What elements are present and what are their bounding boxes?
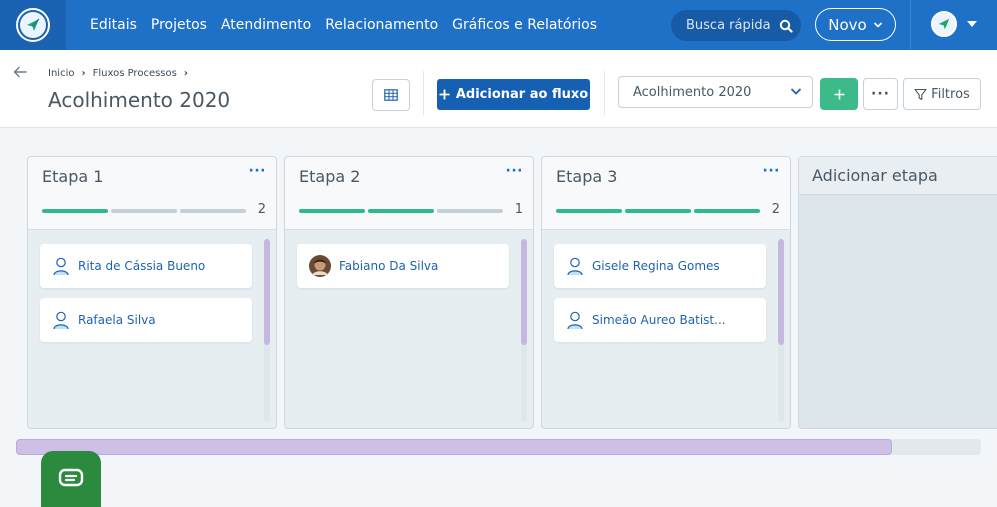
nav-link-atendimento[interactable]: Atendimento <box>221 17 311 33</box>
stage-progress-bar <box>299 209 503 213</box>
person-icon <box>53 257 69 276</box>
stage-header: Etapa 2 ··· 1 <box>285 157 533 230</box>
scrollbar-thumb[interactable] <box>521 239 527 345</box>
stage-more-icon[interactable]: ··· <box>506 163 523 179</box>
filters-button[interactable]: Filtros <box>903 78 981 110</box>
paper-plane-icon <box>20 12 46 38</box>
stage-header: Etapa 3 ··· 2 <box>542 157 790 230</box>
stage-more-icon[interactable]: ··· <box>249 163 266 179</box>
person-icon <box>567 311 583 330</box>
page-title: Acolhimento 2020 <box>48 88 231 112</box>
table-view-button[interactable] <box>372 79 410 111</box>
scrollbar-thumb[interactable] <box>264 239 270 345</box>
progress-segment <box>556 209 622 213</box>
progress-segment <box>437 209 503 213</box>
nav-link-projetos[interactable]: Projetos <box>151 17 207 33</box>
photo-avatar <box>309 255 331 277</box>
add-stage-button[interactable]: Adicionar etapa <box>799 157 997 195</box>
novo-label: Novo <box>828 15 867 34</box>
stage-title: Etapa 2 <box>299 167 361 186</box>
person-card[interactable]: Gisele Regina Gomes <box>554 244 766 288</box>
board-horizontal-scrollbar[interactable] <box>16 439 981 455</box>
stage-header: Etapa 1 ··· 2 <box>28 157 276 230</box>
filters-label: Filtros <box>931 86 970 102</box>
scrollbar-thumb[interactable] <box>778 239 784 345</box>
progress-segment <box>111 209 177 213</box>
stage-progress-bar <box>42 209 246 213</box>
progress-segment <box>42 209 108 213</box>
toolbar-divider <box>423 71 424 115</box>
stage-count: 1 <box>514 202 523 217</box>
stage-column: Etapa 2 ··· 1 Fabiano Da Silva <box>284 156 534 429</box>
back-arrow-icon[interactable] <box>12 64 28 83</box>
plus-icon <box>834 89 844 99</box>
chevron-down-icon <box>873 21 882 28</box>
person-icon <box>567 257 583 276</box>
person-card[interactable]: Rafaela Silva <box>40 298 252 342</box>
stage-column: Etapa 1 ··· 2 Rita de Cássia Bueno Rafae… <box>27 156 277 429</box>
add-stage-column: Adicionar etapa <box>798 156 997 429</box>
breadcrumb-inicio[interactable]: Inicio <box>48 68 74 79</box>
progress-segment <box>299 209 365 213</box>
stage-progress-bar <box>556 209 760 213</box>
filter-icon <box>914 88 927 100</box>
progress-segment <box>368 209 434 213</box>
nav-link-relacionamento[interactable]: Relacionamento <box>325 17 438 33</box>
plus-icon <box>439 89 450 100</box>
stage-title: Etapa 1 <box>42 167 104 186</box>
progress-segment <box>694 209 760 213</box>
stage-count: 2 <box>771 202 780 217</box>
add-to-flow-label: Adicionar ao fluxo <box>455 87 589 102</box>
caret-down-icon <box>967 20 977 27</box>
stage-more-icon[interactable]: ··· <box>763 163 780 179</box>
add-stage-plus-button[interactable] <box>820 78 858 110</box>
add-to-flow-button[interactable]: Adicionar ao fluxo <box>437 79 590 110</box>
progress-segment <box>625 209 691 213</box>
chevron-down-icon <box>790 88 802 95</box>
top-navbar: Editais Projetos Atendimento Relacioname… <box>0 0 997 50</box>
breadcrumb-separator-icon: › <box>183 68 188 79</box>
chat-button[interactable] <box>41 451 101 507</box>
person-card[interactable]: Simeão Aureo Batist... <box>554 298 766 342</box>
progress-segment <box>180 209 246 213</box>
breadcrumb: Inicio › Fluxos Processos › <box>48 68 188 79</box>
person-name: Fabiano Da Silva <box>339 259 439 273</box>
toolbar-divider <box>604 71 605 115</box>
search-icon[interactable] <box>771 19 801 33</box>
nav-link-editais[interactable]: Editais <box>90 17 137 33</box>
more-options-button[interactable]: ··· <box>863 78 898 110</box>
search-placeholder: Busca rápida <box>686 18 771 33</box>
novo-button[interactable]: Novo <box>815 8 896 41</box>
nav-link-graficos-relatorios[interactable]: Gráficos e Relatórios <box>452 17 597 33</box>
main-menu: Editais Projetos Atendimento Relacioname… <box>90 0 597 50</box>
breadcrumb-fluxos-processos[interactable]: Fluxos Processos <box>93 68 177 79</box>
column-scrollbar[interactable] <box>264 239 270 422</box>
user-menu[interactable] <box>931 11 977 37</box>
column-scrollbar[interactable] <box>521 239 527 422</box>
column-scrollbar[interactable] <box>778 239 784 422</box>
app-logo[interactable] <box>0 0 66 50</box>
scrollbar-thumb[interactable] <box>16 439 892 455</box>
user-avatar <box>931 11 957 37</box>
breadcrumb-separator-icon: › <box>81 68 86 79</box>
person-name: Rita de Cássia Bueno <box>78 259 206 273</box>
logo-circle <box>16 8 50 42</box>
person-name: Simeão Aureo Batist... <box>592 313 726 327</box>
stage-count: 2 <box>257 202 266 217</box>
person-card[interactable]: Rita de Cássia Bueno <box>40 244 252 288</box>
flow-select[interactable]: Acolhimento 2020 <box>618 76 813 108</box>
chat-icon <box>58 468 84 487</box>
stage-column: Etapa 3 ··· 2 Gisele Regina Gomes Simeão… <box>541 156 791 429</box>
nav-divider <box>910 0 911 50</box>
quick-search-input[interactable]: Busca rápida <box>671 10 801 41</box>
stage-title: Etapa 3 <box>556 167 618 186</box>
person-card[interactable]: Fabiano Da Silva <box>297 244 509 288</box>
table-icon <box>384 89 398 101</box>
person-name: Gisele Regina Gomes <box>592 259 720 273</box>
person-name: Rafaela Silva <box>78 313 156 327</box>
flow-select-value: Acolhimento 2020 <box>633 84 752 100</box>
person-icon <box>53 311 69 330</box>
